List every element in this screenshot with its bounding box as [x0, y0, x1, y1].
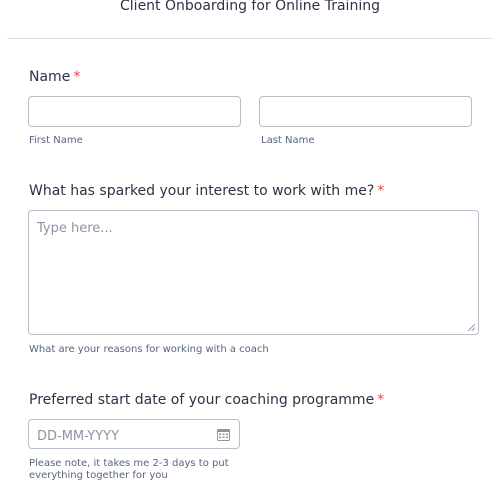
- name-label: Name *: [29, 69, 80, 85]
- date-note: Please note, it takes me 2-3 days to put…: [29, 458, 229, 482]
- form-header: Client Onboarding for Online Training: [0, 0, 500, 40]
- interest-sublabel: What are your reasons for working with a…: [29, 344, 269, 355]
- date-label: Preferred start date of your coaching pr…: [29, 392, 384, 408]
- required-asterisk: *: [377, 392, 385, 408]
- header-divider: [7, 38, 493, 39]
- form-title: Client Onboarding for Online Training: [120, 0, 380, 14]
- date-placeholder: DD-MM-YYYY: [37, 429, 120, 444]
- resize-grip-icon[interactable]: [468, 324, 475, 331]
- required-asterisk: *: [377, 183, 385, 199]
- date-note-line1: Please note, it takes me 2-3 days to put: [29, 458, 229, 469]
- first-name-sublabel: First Name: [29, 135, 83, 146]
- date-label-text: Preferred start date of your coaching pr…: [29, 392, 375, 408]
- interest-textarea[interactable]: Type here...: [28, 210, 479, 335]
- interest-label: What has sparked your interest to work w…: [29, 183, 384, 199]
- last-name-input[interactable]: [259, 96, 472, 127]
- name-label-text: Name: [29, 69, 71, 85]
- interest-label-text: What has sparked your interest to work w…: [29, 183, 375, 199]
- last-name-sublabel: Last Name: [261, 135, 315, 146]
- first-name-input[interactable]: [28, 96, 241, 127]
- date-note-line2: everything together for you: [29, 470, 168, 481]
- date-input[interactable]: DD-MM-YYYY: [28, 419, 240, 449]
- calendar-icon[interactable]: [217, 428, 230, 441]
- interest-placeholder: Type here...: [37, 221, 113, 236]
- required-asterisk: *: [73, 69, 81, 85]
